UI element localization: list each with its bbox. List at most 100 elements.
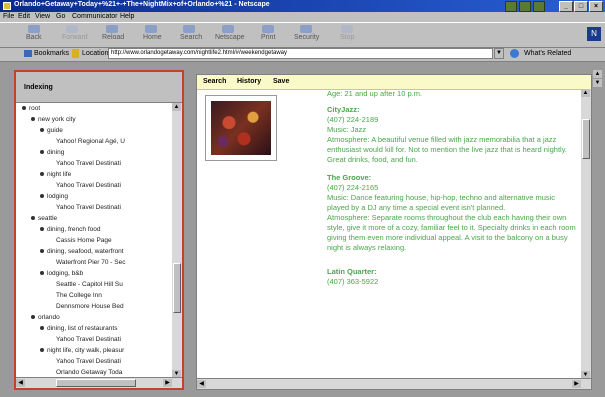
sidebar-horizontal-scrollbar[interactable]: ◀ ▶ xyxy=(16,377,182,388)
reload-button[interactable]: Reload xyxy=(102,34,124,41)
menu-view[interactable]: View xyxy=(35,13,50,20)
menu-file[interactable]: File xyxy=(3,13,14,20)
venue-the-groove: The Groove: (407) 224-2165 Music: Dance … xyxy=(327,173,577,253)
pushpin-icon xyxy=(40,271,44,276)
tree-folder-item[interactable]: dining xyxy=(40,149,64,156)
tree-folder-item[interactable]: dining, french food xyxy=(40,226,100,233)
nightclub-photo-image xyxy=(211,101,271,155)
venue-phone: (407) 224-2165 xyxy=(327,183,379,192)
pushpin-icon xyxy=(31,315,35,320)
tree-link-item[interactable]: Cassis Home Page xyxy=(56,237,112,244)
maximize-button[interactable]: □ xyxy=(574,1,588,12)
print-icon xyxy=(262,25,274,33)
tree-link-item[interactable]: Waterfront Pier 70 - Sec xyxy=(56,259,125,266)
minimize-button[interactable]: _ xyxy=(559,1,573,12)
print-button[interactable]: Print xyxy=(261,34,275,41)
page-save-link[interactable]: Save xyxy=(273,78,289,85)
menu-help[interactable]: Help xyxy=(120,13,134,20)
pushpin-icon xyxy=(40,128,44,133)
bookmarks-button[interactable]: Bookmarks xyxy=(34,50,69,57)
forward-button[interactable]: Forward xyxy=(62,34,88,41)
scroll-right-arrow-icon[interactable]: ▶ xyxy=(572,380,581,388)
page-vertical-scrollbar[interactable]: ▲ ▼ xyxy=(581,89,591,379)
tree-folder-item[interactable]: seattle xyxy=(31,215,57,222)
tree-link-item[interactable]: Orlando Getaway Toda xyxy=(56,369,122,376)
scroll-right-arrow-icon[interactable]: ▶ xyxy=(163,379,172,387)
age-requirement: Age: 21 and up after 10 p.m. xyxy=(327,89,423,98)
venue-music: Music: Dance featuring house, hip-hop, t… xyxy=(327,193,556,212)
page-horizontal-scrollbar[interactable]: ◀ ▶ xyxy=(197,378,591,389)
tree-folder-item[interactable]: night life, city walk, pleasur xyxy=(40,347,124,354)
web-page-frame: Search History Save Age: 21 and up after… xyxy=(196,74,592,390)
tree-folder-item[interactable]: root xyxy=(22,105,40,112)
page-search-link[interactable]: Search xyxy=(203,78,226,85)
tree-link-item[interactable]: Yahoo Travel Destinati xyxy=(56,358,121,365)
tree-link-item[interactable]: Seattle - Capitol Hill Su xyxy=(56,281,123,288)
venue-name: CityJazz: xyxy=(327,105,360,114)
scroll-left-arrow-icon[interactable]: ◀ xyxy=(16,379,25,387)
close-button[interactable]: × xyxy=(589,1,603,12)
scroll-thumb[interactable] xyxy=(582,119,590,159)
tree-folder-item[interactable]: night life xyxy=(40,171,71,178)
venue-name: The Groove: xyxy=(327,173,372,182)
tray-icon xyxy=(533,1,545,12)
page-body: Age: 21 and up after 10 p.m. CityJazz: (… xyxy=(197,89,581,379)
tree-item-label: Cassis Home Page xyxy=(56,237,112,244)
tree-link-item[interactable]: The College Inn xyxy=(56,292,102,299)
reload-icon xyxy=(106,25,118,33)
window-vertical-scrollbar[interactable]: ▲ ▼ xyxy=(593,70,603,390)
tree-folder-item[interactable]: orlando xyxy=(31,314,60,321)
scroll-up-arrow-icon[interactable]: ▲ xyxy=(593,70,602,78)
search-button[interactable]: Search xyxy=(180,34,202,41)
tree-item-label: orlando xyxy=(38,314,60,321)
venue-name: Latin Quarter: xyxy=(327,267,377,276)
page-icon xyxy=(72,49,79,58)
tree-link-item[interactable]: Yahoo Travel Destinati xyxy=(56,182,121,189)
home-button[interactable]: Home xyxy=(143,34,162,41)
back-button[interactable]: Back xyxy=(26,34,42,41)
stop-button[interactable]: Stop xyxy=(340,34,354,41)
content-area: Indexing root new york city guide Yahoo! Re… xyxy=(0,62,605,397)
page-history-link[interactable]: History xyxy=(237,78,261,85)
tree-link-item[interactable]: Yahoo Travel Destinati xyxy=(56,160,121,167)
tree-item-label: dining, list of restaurants xyxy=(47,325,118,332)
pushpin-icon xyxy=(31,117,35,122)
tree-item-label: new york city xyxy=(38,116,76,123)
tree-item-label: Orlando Getaway Toda xyxy=(56,369,123,376)
tree-folder-item[interactable]: lodging xyxy=(40,193,68,200)
security-button[interactable]: Security xyxy=(294,34,319,41)
tree-folder-item[interactable]: new york city xyxy=(31,116,76,123)
back-icon xyxy=(28,25,40,33)
scroll-left-arrow-icon[interactable]: ◀ xyxy=(197,380,206,388)
tree-link-item[interactable]: Dennsmore House Bed xyxy=(56,303,124,310)
navigation-toolbar: Back Forward Reload Home Search Netscape… xyxy=(0,22,605,48)
scroll-up-arrow-icon[interactable]: ▲ xyxy=(581,89,590,97)
tree-item-label: Dennsmore House Bed xyxy=(56,303,124,310)
scroll-thumb[interactable] xyxy=(173,263,181,313)
tree-item-label: guide xyxy=(47,127,63,134)
tree-item-label: Yahoo Travel Destinati xyxy=(56,204,121,211)
menu-communicator[interactable]: Communicator xyxy=(72,13,118,20)
whats-related-button[interactable]: What's Related xyxy=(524,50,571,57)
url-input[interactable]: http://www.orlandogetaway.com/nightlife2… xyxy=(108,48,493,59)
menu-edit[interactable]: Edit xyxy=(18,13,30,20)
scroll-up-arrow-icon[interactable]: ▲ xyxy=(172,103,181,111)
scroll-down-arrow-icon[interactable]: ▼ xyxy=(593,79,602,87)
tree-folder-item[interactable]: guide xyxy=(40,127,63,134)
netscape-button[interactable]: Netscape xyxy=(215,34,245,41)
stop-icon xyxy=(341,25,353,33)
tree-item-label: Yahoo! Regional Agé, U xyxy=(56,138,125,145)
scroll-thumb[interactable] xyxy=(56,379,136,387)
bookmark-icon xyxy=(24,50,32,57)
url-dropdown-chevron-icon[interactable]: ▼ xyxy=(494,48,504,59)
tree-folder-item[interactable]: dining, list of restaurants xyxy=(40,325,117,332)
venue-atmosphere: Atmosphere: Separate rooms throughout th… xyxy=(327,213,576,252)
menu-go[interactable]: Go xyxy=(56,13,65,20)
tree-link-item[interactable]: Yahoo Travel Destinati xyxy=(56,204,121,211)
tree-link-item[interactable]: Yahoo Travel Destinati xyxy=(56,336,121,343)
sidebar-vertical-scrollbar[interactable]: ▲ ▼ xyxy=(172,103,182,378)
home-icon xyxy=(145,25,157,33)
tree-link-item[interactable]: Yahoo! Regional Agé, U xyxy=(56,138,125,145)
tree-folder-item[interactable]: lodging, b&b xyxy=(40,270,83,277)
tree-folder-item[interactable]: dining, seafood, waterfront xyxy=(40,248,124,255)
